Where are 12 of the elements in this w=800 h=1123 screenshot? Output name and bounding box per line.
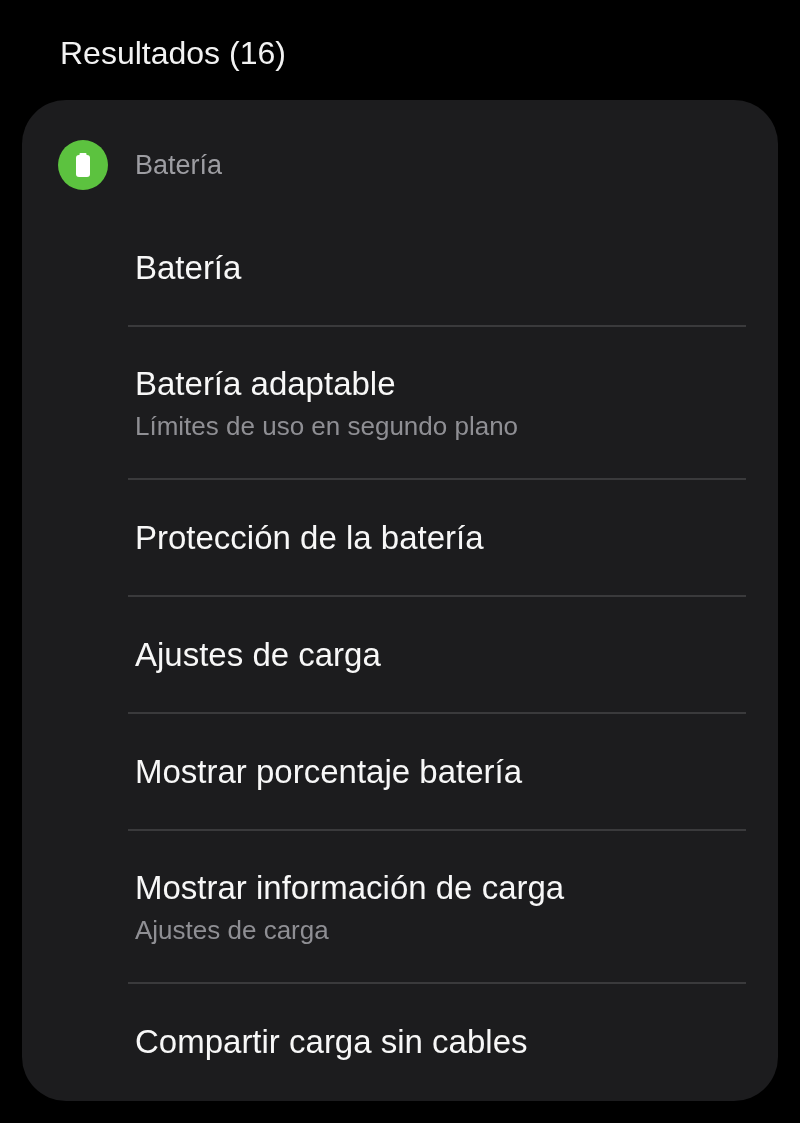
result-title[interactable]: Ajustes de carga [135, 634, 381, 675]
results-heading: Resultados (16) [60, 35, 286, 71]
result-subtitle: Ajustes de carga [135, 913, 329, 946]
result-title[interactable]: Batería adaptable [135, 363, 396, 404]
result-subtitle: Límites de uso en segundo plano [135, 409, 519, 442]
result-title[interactable]: Mostrar información de carga [135, 867, 565, 908]
battery-icon [58, 140, 108, 190]
category-label: Batería [135, 149, 223, 182]
result-title[interactable]: Batería [135, 247, 242, 288]
result-title[interactable]: Protección de la batería [135, 517, 484, 558]
result-title[interactable]: Mostrar porcentaje batería [135, 751, 523, 792]
result-title[interactable]: Compartir carga sin cables [135, 1021, 528, 1062]
